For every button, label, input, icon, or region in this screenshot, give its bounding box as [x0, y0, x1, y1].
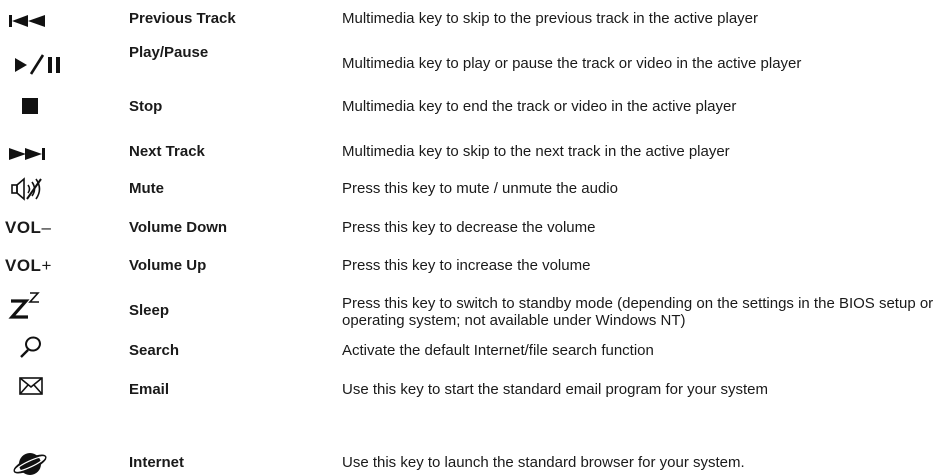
- key-name: Search: [129, 342, 180, 359]
- key-name: Next Track: [129, 143, 205, 160]
- volume-icon-text: VOL: [5, 218, 42, 237]
- search-icon: [18, 334, 44, 360]
- key-description: Press this key to switch to standby mode…: [342, 295, 934, 329]
- key-name: Internet: [129, 454, 185, 471]
- key-name: Volume Up: [129, 257, 207, 274]
- internet-icon: [12, 448, 48, 475]
- key-name: Mute: [129, 180, 164, 197]
- next-track-icon: [8, 145, 48, 163]
- key-description: Multimedia key to end the track or video…: [342, 98, 737, 115]
- stop-icon: [21, 97, 39, 115]
- key-name: Previous Track: [129, 10, 236, 27]
- key-description: Activate the default Internet/file searc…: [342, 342, 654, 359]
- volume-down-icon: VOL –: [5, 217, 51, 239]
- key-name: Email: [129, 381, 170, 398]
- key-name: Volume Down: [129, 219, 228, 236]
- email-icon: [18, 375, 44, 397]
- play-pause-icon: [10, 54, 70, 76]
- key-description: Press this key to mute / unmute the audi…: [342, 180, 618, 197]
- key-description: Press this key to decrease the volume: [342, 219, 596, 236]
- key-name: Stop: [129, 98, 163, 115]
- previous-track-icon: [8, 12, 48, 30]
- key-description: Use this key to start the standard email…: [342, 381, 768, 398]
- key-name: Play/Pause: [129, 44, 209, 61]
- mute-icon: [10, 176, 44, 202]
- key-description: Multimedia key to skip to the next track…: [342, 143, 730, 160]
- key-description: Use this key to launch the standard brow…: [342, 454, 745, 471]
- sleep-icon: [8, 289, 44, 321]
- key-description: Multimedia key to skip to the previous t…: [342, 10, 759, 27]
- volume-icon-sign: +: [41, 256, 52, 275]
- key-name: Sleep: [129, 302, 170, 319]
- volume-icon-sign: –: [41, 218, 52, 237]
- volume-up-icon: VOL +: [5, 255, 52, 277]
- key-description: Multimedia key to play or pause the trac…: [342, 55, 802, 72]
- key-description: Press this key to increase the volume: [342, 257, 591, 274]
- volume-icon-text: VOL: [5, 256, 42, 275]
